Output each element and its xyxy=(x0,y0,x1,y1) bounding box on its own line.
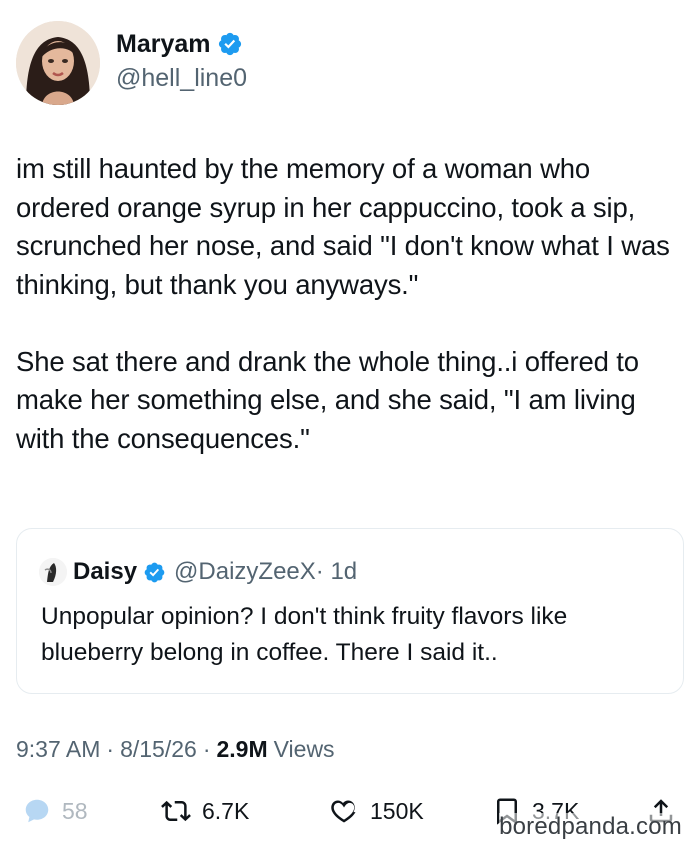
like-button[interactable]: 150K xyxy=(328,786,424,836)
quoted-tweet[interactable]: Daisy @DaizyZeeX · 1d Unpopular opinion?… xyxy=(16,528,684,694)
avatar-image xyxy=(16,21,100,105)
verified-badge-icon xyxy=(218,32,241,56)
views-count: 2.9M xyxy=(216,736,268,762)
author-handle[interactable]: @hell_line0 xyxy=(116,63,247,93)
quoted-text: Unpopular opinion? I don't think fruity … xyxy=(41,603,568,666)
verified-badge-icon xyxy=(144,562,165,582)
watermark: boredpanda.com xyxy=(499,813,682,841)
tweet-date[interactable]: 8/15/26 xyxy=(120,736,197,763)
tweet-meta: 9:37 AM · 8/15/26 · 2.9M Views xyxy=(16,736,335,763)
avatar[interactable] xyxy=(16,21,100,105)
tweet-text: im still haunted by the memory of a woma… xyxy=(16,153,670,454)
meta-separator: · xyxy=(106,736,115,762)
reply-icon xyxy=(25,799,49,823)
reply-button[interactable]: 58 xyxy=(22,786,88,836)
reply-count: 58 xyxy=(62,797,88,824)
repost-icon xyxy=(161,800,191,822)
tweet-header: Maryam @hell_line0 xyxy=(16,20,247,106)
like-count: 150K xyxy=(370,797,424,824)
quoted-display-name[interactable]: Daisy xyxy=(73,558,137,586)
quoted-avatar[interactable] xyxy=(39,558,67,586)
quoted-avatar-image xyxy=(39,558,67,586)
quoted-handle[interactable]: @DaizyZeeX xyxy=(174,558,316,586)
author-display-name[interactable]: Maryam xyxy=(116,29,211,59)
tweet-time[interactable]: 9:37 AM xyxy=(16,736,100,763)
heart-icon xyxy=(331,800,356,823)
meta-separator: · xyxy=(202,736,211,762)
repost-count: 6.7K xyxy=(202,797,250,824)
quoted-timestamp[interactable]: · 1d xyxy=(316,558,357,586)
repost-button[interactable]: 6.7K xyxy=(160,786,249,836)
views-label: Views xyxy=(273,736,335,762)
